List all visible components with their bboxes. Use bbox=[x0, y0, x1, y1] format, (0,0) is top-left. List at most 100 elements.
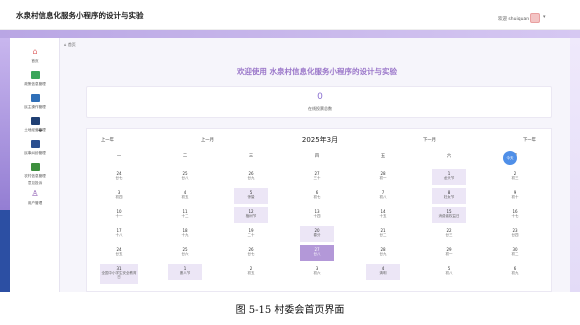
calendar-day-cell[interactable]: 30 初二 bbox=[498, 245, 532, 261]
calendar-day-cell[interactable]: 27 廿八 bbox=[300, 245, 334, 261]
calendar-day-number: 24 bbox=[116, 247, 122, 252]
stat-card: 0 在线投票总数 bbox=[86, 86, 552, 118]
sidebar-item-label: 意见投诉 bbox=[27, 181, 43, 185]
calendar-day-cell[interactable]: 24 廿五 bbox=[102, 245, 136, 261]
app-title: 水泉村信息化服务小程序的设计与实验 bbox=[16, 11, 144, 20]
weekday-label: 六 bbox=[446, 154, 452, 159]
calendar-day-cell[interactable]: 25 廿六 bbox=[168, 245, 202, 261]
sidebar-item-democracy[interactable]: 民主操作管理 bbox=[10, 94, 60, 110]
calendar-day-subtext: 初十 bbox=[511, 195, 519, 199]
calendar-day-cell[interactable]: 17 十八 bbox=[102, 226, 136, 242]
sidebar-item-complaints[interactable]: 意见投诉 bbox=[10, 178, 60, 186]
chevron-down-icon[interactable]: ▾ bbox=[543, 14, 546, 20]
calendar-day-number: 2 bbox=[249, 266, 253, 271]
calendar-day-cell[interactable]: 11 十二 bbox=[168, 207, 202, 223]
calendar-day-cell[interactable]: 3 初六 bbox=[300, 264, 334, 280]
calendar-day-cell[interactable]: 1 愚人节 bbox=[168, 264, 202, 280]
calendar-day-cell[interactable]: 14 十五 bbox=[366, 207, 400, 223]
calendar-day-cell[interactable]: 16 十七 bbox=[498, 207, 532, 223]
calendar-day-cell[interactable]: 4 清明 bbox=[366, 264, 400, 280]
calendar-day-cell[interactable]: 28 初一 bbox=[366, 169, 400, 185]
figure-caption: 图 5-15 村委会首页界面 bbox=[235, 305, 345, 316]
sidebar-item-disputes[interactable]: 民事纠纷管理 bbox=[10, 140, 60, 156]
calendar-day-cell[interactable]: 28 廿九 bbox=[366, 245, 400, 261]
calendar-day-subtext: 全国中小学生安全教育日 bbox=[101, 271, 137, 279]
calendar-day-cell[interactable]: 13 十四 bbox=[300, 207, 334, 223]
calendar-day-cell[interactable]: 31 全国中小学生安全教育日 bbox=[100, 264, 138, 284]
sidebar-item-policy[interactable]: 政策信息管理 bbox=[10, 71, 60, 87]
calendar-day-subtext: 廿八 bbox=[313, 252, 321, 256]
calendar-day-cell[interactable]: 20 春分 bbox=[300, 226, 334, 242]
calendar-day-subtext: 植树节 bbox=[245, 214, 257, 218]
sidebar-item-users[interactable]: ♙ 用户管理 bbox=[10, 190, 60, 206]
calendar-day-cell[interactable]: 22 廿三 bbox=[432, 226, 466, 242]
list-icon bbox=[30, 140, 40, 148]
calendar-day-cell[interactable]: 5 初八 bbox=[432, 264, 466, 280]
home-icon: ⌂ bbox=[32, 47, 38, 56]
calendar-day-cell[interactable]: 24 廿七 bbox=[102, 169, 136, 185]
sidebar-item-label: 政策信息管理 bbox=[24, 82, 46, 86]
calendar-day-number: 23 bbox=[512, 228, 518, 233]
calendar-day-subtext: 十八 bbox=[115, 233, 123, 237]
calendar-day-cell[interactable]: 19 二十 bbox=[234, 226, 268, 242]
calendar-day-cell[interactable]: 4 初五 bbox=[168, 188, 202, 204]
left-decoration-bottom bbox=[0, 210, 10, 292]
calendar-day-cell[interactable]: 27 三十 bbox=[300, 169, 334, 185]
calendar-day-cell[interactable]: 26 廿九 bbox=[234, 169, 268, 185]
weekday-label: 二 bbox=[182, 154, 188, 159]
sidebar: ⌂ 首页 政策信息管理 民主操作管理 土地经营管理 民事纠纷管理 农村信息管理 … bbox=[10, 38, 60, 292]
calendar-day-number: 5 bbox=[447, 266, 451, 271]
calendar-day-cell[interactable]: 6 初九 bbox=[498, 264, 532, 280]
weekday-label: 五 bbox=[380, 154, 386, 159]
calendar-day-cell[interactable]: 26 廿七 bbox=[234, 245, 268, 261]
calendar-day-number: 5 bbox=[249, 190, 253, 195]
calendar-day-cell[interactable]: 1 龙头节 bbox=[432, 169, 466, 185]
calendar-day-number: 29 bbox=[446, 247, 452, 252]
calendar-day-cell[interactable]: 29 初一 bbox=[432, 245, 466, 261]
calendar-day-cell[interactable]: 7 初八 bbox=[366, 188, 400, 204]
sidebar-item-land[interactable]: 土地经营管理 bbox=[10, 117, 60, 133]
grid-icon bbox=[30, 71, 40, 79]
calendar-day-cell[interactable]: 21 廿二 bbox=[366, 226, 400, 242]
calendar-day-number: 4 bbox=[381, 266, 385, 271]
calendar-day-subtext: 廿三 bbox=[445, 233, 453, 237]
calendar-day-cell[interactable]: 23 廿四 bbox=[498, 226, 532, 242]
welcome-heading: 欢迎使用 水泉村信息化服务小程序的设计与实验 bbox=[236, 67, 398, 76]
avatar[interactable] bbox=[530, 13, 540, 23]
calendar-day-number: 25 bbox=[182, 171, 188, 176]
stat-label: 在线投票总数 bbox=[308, 106, 332, 111]
sidebar-item-label: 民主操作管理 bbox=[24, 105, 46, 109]
calendar-day-cell[interactable]: 9 初十 bbox=[498, 188, 532, 204]
calendar-day-subtext: 廿五 bbox=[115, 252, 123, 256]
sidebar-item-village-info[interactable]: 农村信息管理 bbox=[10, 163, 60, 179]
mouse-cursor-icon: ⌖ bbox=[38, 126, 43, 135]
calendar-day-subtext: 初六 bbox=[313, 271, 321, 275]
calendar-day-cell[interactable]: 8 妇女节 bbox=[432, 188, 466, 204]
calendar-day-cell[interactable]: 10 十一 bbox=[102, 207, 136, 223]
calendar-day-cell[interactable]: 2 初五 bbox=[234, 264, 268, 280]
next-year-button[interactable]: 下一年 bbox=[523, 137, 536, 143]
breadcrumb-label[interactable]: 首页 bbox=[68, 42, 76, 47]
calendar-day-subtext: 龙头节 bbox=[443, 176, 455, 180]
calendar-day-cell[interactable]: 5 惊蛰 bbox=[234, 188, 268, 204]
calendar-day-subtext: 初二 bbox=[511, 252, 519, 256]
calendar-day-number: 27 bbox=[314, 247, 320, 252]
calendar-day-number: 16 bbox=[512, 209, 518, 214]
calendar-day-number: 9 bbox=[513, 190, 517, 195]
today-badge[interactable]: 今天 bbox=[503, 151, 517, 165]
calendar-day-cell[interactable]: 15 消费者权益日 bbox=[432, 207, 466, 223]
calendar-day-number: 12 bbox=[248, 209, 254, 214]
calendar-day-number: 20 bbox=[314, 228, 320, 233]
calendar-day-cell[interactable]: 6 初七 bbox=[300, 188, 334, 204]
calendar-day-cell[interactable]: 12 植树节 bbox=[234, 207, 268, 223]
calendar-day-cell[interactable]: 25 廿八 bbox=[168, 169, 202, 185]
calendar-day-cell[interactable]: 2 初三 bbox=[498, 169, 532, 185]
next-month-button[interactable]: 下一月 bbox=[423, 137, 436, 143]
sidebar-item-home[interactable]: ⌂ 首页 bbox=[10, 48, 60, 64]
calendar-day-subtext: 廿七 bbox=[115, 176, 123, 180]
calendar-day-subtext: 廿七 bbox=[247, 252, 255, 256]
calendar-day-cell[interactable]: 3 初四 bbox=[102, 188, 136, 204]
calendar-day-cell[interactable]: 18 十九 bbox=[168, 226, 202, 242]
calendar-day-number: 24 bbox=[116, 171, 122, 176]
calendar: 上一年 上一月 2025年3月 下一月 下一年 一 二 三 四 五 六 日 今天… bbox=[86, 128, 552, 292]
